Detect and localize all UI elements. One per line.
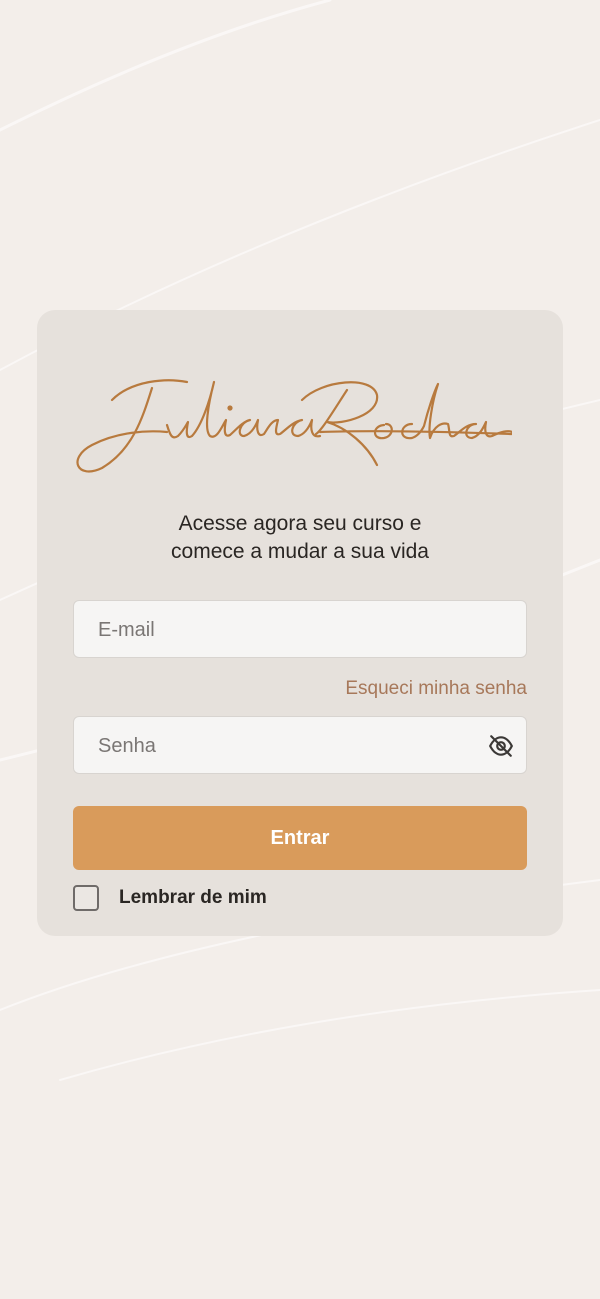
tagline-line-2: comece a mudar a sua vida (171, 540, 429, 563)
remember-me[interactable]: Lembrar de mim (73, 883, 267, 913)
forgot-password-link[interactable]: Esqueci minha senha (345, 678, 527, 700)
eye-off-icon[interactable] (488, 733, 514, 759)
email-placeholder: E-mail (98, 619, 155, 641)
remember-label: Lembrar de mim (119, 887, 267, 908)
email-field[interactable]: E-mail (73, 600, 527, 658)
brand-logo (72, 370, 514, 480)
login-button[interactable]: Entrar (73, 806, 527, 870)
remember-checkbox[interactable] (73, 885, 99, 911)
password-placeholder: Senha (98, 735, 156, 757)
login-card: Acesse agora seu curso e comece a mudar … (37, 310, 563, 936)
tagline-line-1: Acesse agora seu curso e (178, 512, 422, 535)
signature-logo (76, 379, 514, 473)
password-field[interactable]: Senha (73, 716, 527, 774)
tagline: Acesse agora seu curso e comece a mudar … (37, 510, 563, 566)
